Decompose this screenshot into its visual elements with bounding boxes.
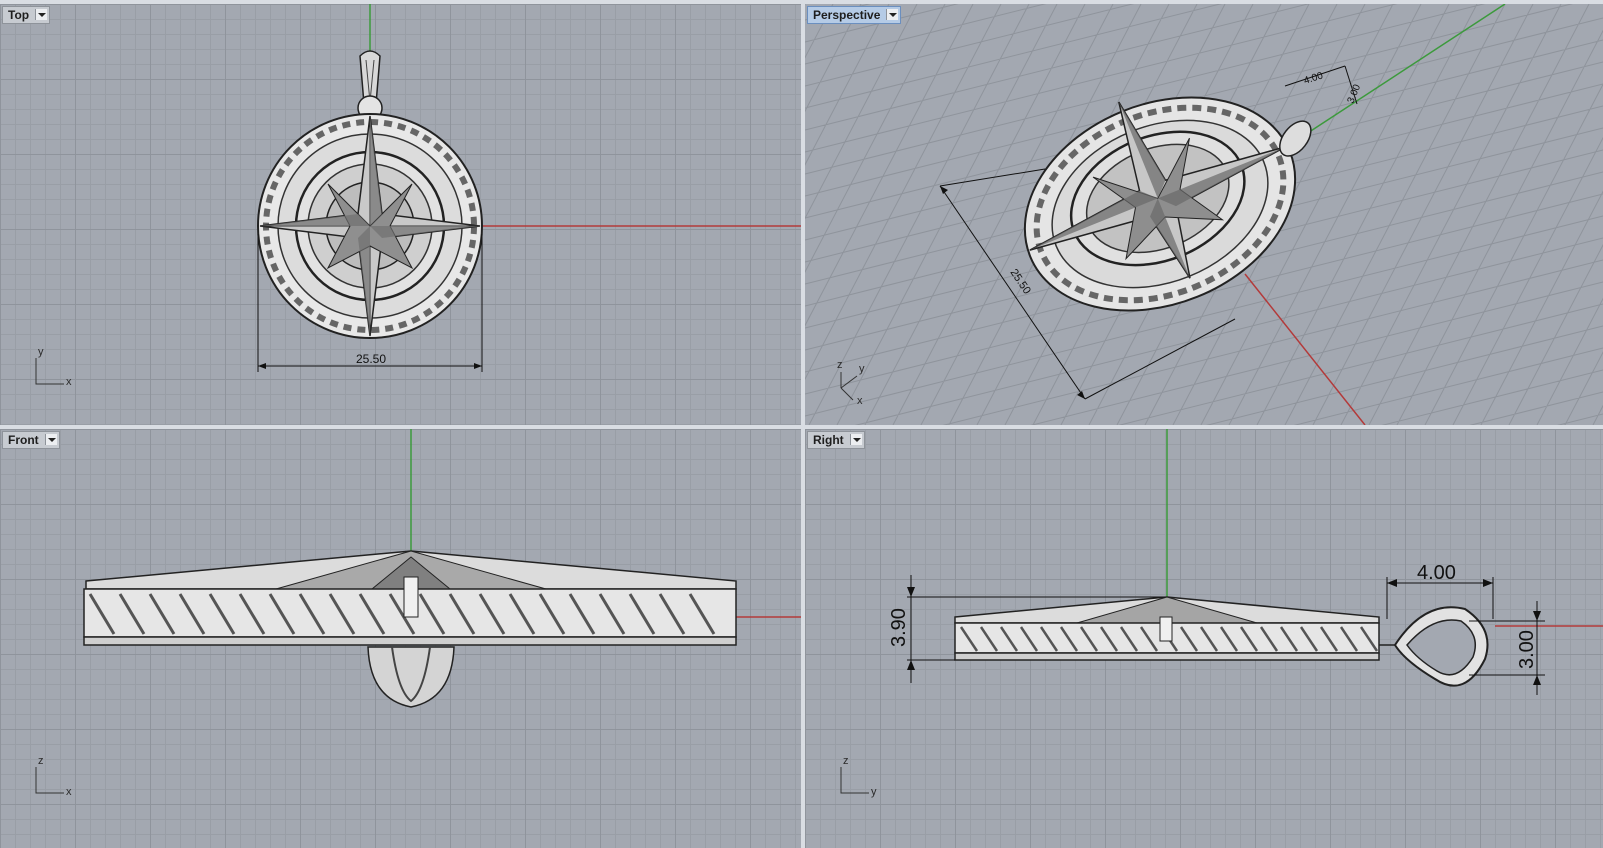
axis-label-z: z	[38, 755, 44, 767]
viewport-title-front-text: Front	[8, 433, 39, 447]
perspective-axis-icon: z y x	[837, 359, 865, 407]
chevron-down-icon[interactable]	[886, 9, 899, 20]
chevron-down-icon[interactable]	[849, 434, 862, 445]
axis-label-x: x	[66, 786, 72, 798]
pendant-perspective-model	[1023, 96, 1312, 312]
perspective-canvas: 25.50 4.00 3.00 z y x	[805, 4, 1603, 425]
viewport-title-perspective-text: Perspective	[813, 8, 881, 22]
viewport-title-right[interactable]: Right	[807, 431, 865, 449]
chevron-down-icon[interactable]	[44, 434, 57, 445]
top-axis-icon: y x	[35, 346, 72, 388]
viewport-title-right-text: Right	[813, 433, 844, 447]
persp-dimension-bail: 4.00	[1303, 70, 1325, 87]
viewport-perspective[interactable]: 25.50 4.00 3.00 z y x Perspective	[805, 4, 1603, 425]
viewport-title-top[interactable]: Top	[2, 6, 51, 24]
viewport-right[interactable]: 3.90 4.00 3.00 z y Right	[805, 429, 1603, 848]
right-dimension-bail-height: 3.00	[1516, 630, 1538, 669]
axis-label-x: x	[857, 395, 863, 407]
axis-label-z: z	[837, 359, 843, 371]
persp-dimension-bail-h: 3.00	[1346, 83, 1364, 106]
front-canvas: z x	[35, 429, 801, 798]
right-dimension-height: 3.90	[888, 608, 910, 647]
chevron-down-icon[interactable]	[35, 9, 48, 20]
viewport-front[interactable]: z x Front	[0, 429, 801, 848]
viewport-title-perspective[interactable]: Perspective	[807, 6, 902, 24]
pendant-right-model	[954, 596, 1489, 687]
viewport-top[interactable]: 25.50 y x Top	[0, 4, 801, 425]
axis-label-y: y	[38, 346, 44, 358]
top-canvas: 25.50 y x	[35, 4, 801, 388]
axis-label-y: y	[871, 786, 877, 798]
top-dimension-label: 25.50	[356, 352, 386, 366]
viewport-title-front[interactable]: Front	[2, 431, 60, 449]
axis-label-x: x	[66, 376, 72, 388]
viewport-title-top-text: Top	[8, 8, 30, 22]
axis-label-y: y	[859, 363, 865, 375]
x-axis-line	[1244, 273, 1366, 425]
right-axis-icon: z y	[840, 755, 877, 798]
right-dimension-bail-width: 4.00	[1417, 562, 1456, 584]
pendant-top-model	[257, 50, 483, 339]
front-axis-icon: z x	[35, 755, 72, 798]
pendant-front-model	[83, 550, 737, 708]
axis-label-z: z	[843, 755, 849, 767]
right-canvas: 3.90 4.00 3.00 z y	[840, 429, 1603, 798]
